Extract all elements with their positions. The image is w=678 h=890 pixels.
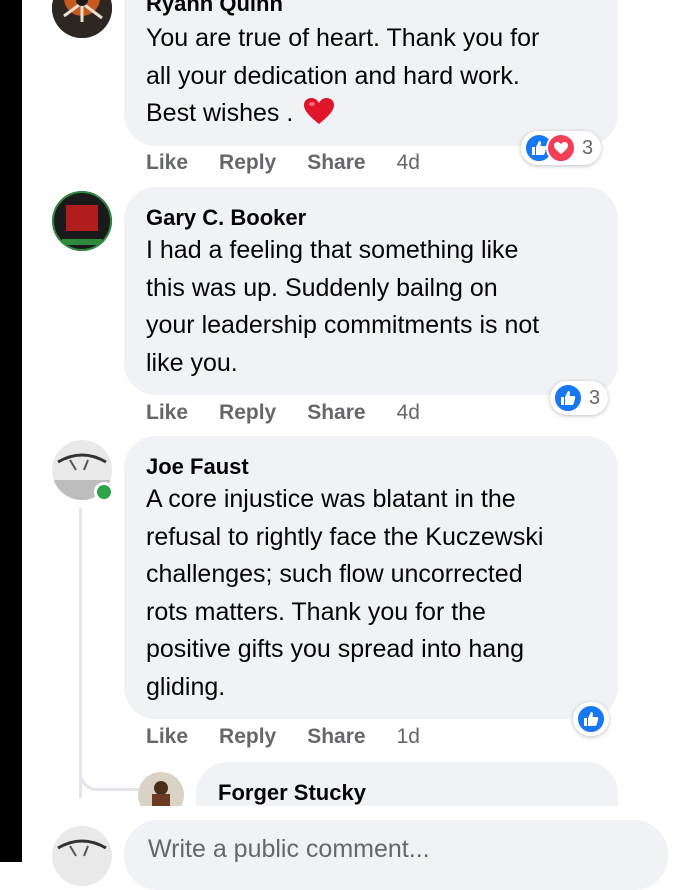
like-button[interactable]: Like xyxy=(146,401,188,425)
online-status-icon xyxy=(94,482,114,502)
reply-button[interactable]: Reply xyxy=(219,725,276,749)
reply-author[interactable]: Forger Stucky xyxy=(218,780,366,806)
avatar-ryann-quinn[interactable] xyxy=(52,0,112,38)
love-icon xyxy=(546,133,576,163)
reaction-summary[interactable]: 3 xyxy=(550,381,609,415)
avatar-gary-c-booker[interactable] xyxy=(52,191,112,251)
avatar-forger-stucky[interactable] xyxy=(138,772,184,806)
comment-actions: Like Reply Share 1d xyxy=(146,722,420,752)
comment-input[interactable] xyxy=(146,834,630,865)
comment-text: You are true of heart. Thank you for all… xyxy=(146,20,606,137)
composer-avatar[interactable] xyxy=(52,826,112,886)
comment-author[interactable]: Joe Faust xyxy=(146,454,249,480)
timestamp[interactable]: 4d xyxy=(397,151,420,175)
reaction-count: 3 xyxy=(589,386,601,409)
comment-actions: Like Reply Share 4d xyxy=(146,148,420,178)
reaction-summary[interactable] xyxy=(573,702,609,736)
comment-author[interactable]: Ryann Quinn xyxy=(146,0,283,17)
comment-text: A core injustice was blatant in the refu… xyxy=(146,485,544,701)
like-button[interactable]: Like xyxy=(146,725,188,749)
like-button[interactable]: Like xyxy=(146,151,188,175)
reaction-summary[interactable]: 3 xyxy=(521,131,602,165)
timestamp[interactable]: 4d xyxy=(397,401,420,425)
like-icon xyxy=(576,704,606,734)
reply-button[interactable]: Reply xyxy=(219,151,276,175)
comment-author[interactable]: Gary C. Booker xyxy=(146,205,306,231)
share-button[interactable]: Share xyxy=(307,401,365,425)
comment-actions: Like Reply Share 4d xyxy=(146,398,420,428)
reply-clip: Forger Stucky xyxy=(0,760,678,806)
share-button[interactable]: Share xyxy=(307,151,365,175)
share-button[interactable]: Share xyxy=(307,725,365,749)
reaction-count: 3 xyxy=(582,136,594,159)
comment-text: I had a feeling that something like this… xyxy=(146,236,540,377)
window-edge xyxy=(0,0,22,862)
timestamp[interactable]: 1d xyxy=(397,725,420,749)
heart-emoji-icon xyxy=(303,97,335,137)
like-icon xyxy=(553,383,583,413)
comment-composer[interactable] xyxy=(124,820,668,890)
reply-button[interactable]: Reply xyxy=(219,401,276,425)
